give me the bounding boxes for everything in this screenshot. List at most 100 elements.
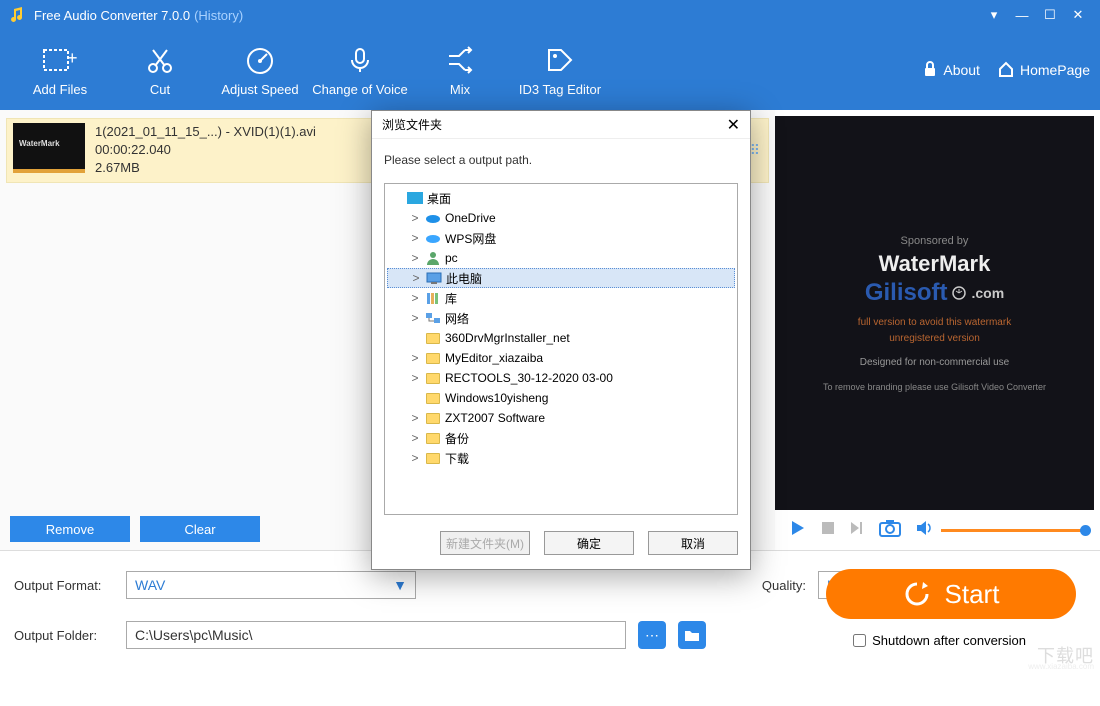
- tree-label: 库: [445, 290, 457, 307]
- tree-node[interactable]: >MyEditor_xiazaiba: [387, 348, 735, 368]
- remove-button[interactable]: Remove: [10, 516, 130, 542]
- volume-icon[interactable]: [915, 520, 933, 541]
- minimize-button[interactable]: —: [1008, 8, 1036, 23]
- tree-node[interactable]: > WPS网盘: [387, 228, 735, 248]
- folder-icon: [425, 431, 441, 445]
- snapshot-button[interactable]: [879, 519, 901, 542]
- output-folder-field[interactable]: C:\Users\pc\Music\: [126, 621, 626, 649]
- about-label: About: [943, 62, 980, 78]
- volume-slider[interactable]: [941, 529, 1086, 532]
- add-files-button[interactable]: + Add Files: [10, 44, 110, 97]
- output-folder-label: Output Folder:: [14, 628, 114, 643]
- new-folder-button: 新建文件夹(M): [440, 531, 530, 555]
- mix-button[interactable]: Mix: [410, 44, 510, 97]
- shutdown-checkbox[interactable]: Shutdown after conversion: [853, 633, 1026, 648]
- open-folder-button[interactable]: [678, 621, 706, 649]
- expand-icon[interactable]: >: [409, 311, 421, 325]
- titlebar: Free Audio Converter 7.0.0 (History) ▾ —…: [0, 0, 1100, 30]
- browse-button[interactable]: ⋯: [638, 621, 666, 649]
- tree-node[interactable]: >ZXT2007 Software: [387, 408, 735, 428]
- tree-node[interactable]: > OneDrive: [387, 208, 735, 228]
- output-format-combo[interactable]: WAV▼: [126, 571, 416, 599]
- mix-icon: [445, 44, 475, 76]
- tree-node[interactable]: >库: [387, 288, 735, 308]
- expand-icon[interactable]: >: [409, 431, 421, 445]
- tree-node[interactable]: >备份: [387, 428, 735, 448]
- cut-button[interactable]: Cut: [110, 44, 210, 97]
- refresh-icon: [903, 580, 931, 608]
- preview-panel: Sponsored by WaterMark Gilisoft .com ful…: [775, 116, 1094, 510]
- tree-node[interactable]: > 下载: [387, 448, 735, 468]
- cloud-icon: [425, 211, 441, 225]
- tree-label: 此电脑: [446, 270, 482, 287]
- speedometer-icon: [245, 44, 275, 76]
- dropdown-button[interactable]: ▾: [980, 7, 1008, 23]
- tree-label: Windows10yisheng: [445, 391, 548, 405]
- tree-node[interactable]: > 网络: [387, 308, 735, 328]
- scissors-icon: [145, 44, 175, 76]
- file-thumbnail: WaterMark: [13, 123, 85, 173]
- sponsored-label: Sponsored by: [901, 235, 969, 247]
- tree-label: 360DrvMgrInstaller_net: [445, 331, 570, 345]
- cancel-button[interactable]: 取消: [648, 531, 738, 555]
- tree-label: 下载: [445, 450, 469, 467]
- expand-icon[interactable]: >: [409, 211, 421, 225]
- tree-node[interactable]: > pc: [387, 248, 735, 268]
- dialog-close-button[interactable]: ✕: [727, 115, 740, 135]
- lock-icon: [923, 61, 937, 80]
- brand-logo: Gilisoft .com: [865, 279, 1004, 307]
- remove-branding-label: To remove branding please use Gilisoft V…: [823, 382, 1046, 392]
- shutdown-check[interactable]: [853, 634, 866, 647]
- about-link[interactable]: About: [923, 61, 980, 80]
- tree-label: OneDrive: [445, 211, 496, 225]
- add-files-label: Add Files: [33, 82, 87, 97]
- start-button[interactable]: Start: [826, 569, 1076, 619]
- change-voice-button[interactable]: Change of Voice: [310, 44, 410, 97]
- folder-icon: [425, 351, 441, 365]
- tree-label: pc: [445, 251, 458, 265]
- clear-button[interactable]: Clear: [140, 516, 260, 542]
- stop-button[interactable]: [821, 521, 835, 540]
- close-button[interactable]: ✕: [1064, 7, 1092, 23]
- browse-folder-dialog: 浏览文件夹 ✕ Please select a output path. 桌面>…: [371, 110, 751, 570]
- expand-icon[interactable]: >: [409, 411, 421, 425]
- cut-label: Cut: [150, 82, 170, 97]
- tree-node[interactable]: >RECTOOLS_30-12-2020 03-00: [387, 368, 735, 388]
- tree-label: 网络: [445, 310, 469, 327]
- shutdown-label: Shutdown after conversion: [872, 633, 1026, 648]
- id3-editor-button[interactable]: ID3 Tag Editor: [510, 44, 610, 97]
- play-button[interactable]: [789, 519, 807, 542]
- expand-icon[interactable]: >: [409, 251, 421, 265]
- app-logo-icon: [8, 6, 26, 24]
- tree-node[interactable]: Windows10yisheng: [387, 388, 735, 408]
- expand-icon[interactable]: >: [409, 351, 421, 365]
- tree-node[interactable]: 桌面: [387, 188, 735, 208]
- next-button[interactable]: [849, 520, 865, 541]
- tree-label: WPS网盘: [445, 230, 496, 247]
- ok-button[interactable]: 确定: [544, 531, 634, 555]
- folder-icon: [425, 451, 441, 465]
- expand-icon[interactable]: >: [409, 451, 421, 465]
- dialog-prompt: Please select a output path.: [372, 139, 750, 177]
- homepage-label: HomePage: [1020, 62, 1090, 78]
- page-watermark-url: www.xiazaiba.com: [1028, 662, 1094, 671]
- expand-icon[interactable]: >: [409, 231, 421, 245]
- maximize-button[interactable]: ☐: [1036, 7, 1064, 23]
- desktop-icon: [407, 191, 423, 205]
- lib-icon: [425, 291, 441, 305]
- homepage-link[interactable]: HomePage: [998, 61, 1090, 80]
- expand-icon[interactable]: >: [409, 371, 421, 385]
- expand-icon[interactable]: >: [410, 271, 422, 285]
- adjust-speed-button[interactable]: Adjust Speed: [210, 44, 310, 97]
- tag-icon: [545, 44, 575, 76]
- tree-node[interactable]: 360DrvMgrInstaller_net: [387, 328, 735, 348]
- quality-label: Quality:: [746, 578, 806, 593]
- output-format-label: Output Format:: [14, 578, 114, 593]
- expand-icon[interactable]: >: [409, 291, 421, 305]
- history-link[interactable]: (History): [194, 8, 243, 23]
- tree-node[interactable]: > 此电脑: [387, 268, 735, 288]
- home-icon: [998, 61, 1014, 80]
- file-duration: 00:00:22.040: [95, 141, 316, 159]
- tree-label: 桌面: [427, 190, 451, 207]
- folder-tree[interactable]: 桌面>OneDrive>WPS网盘>pc>此电脑>库>网络360DrvMgrIn…: [384, 183, 738, 515]
